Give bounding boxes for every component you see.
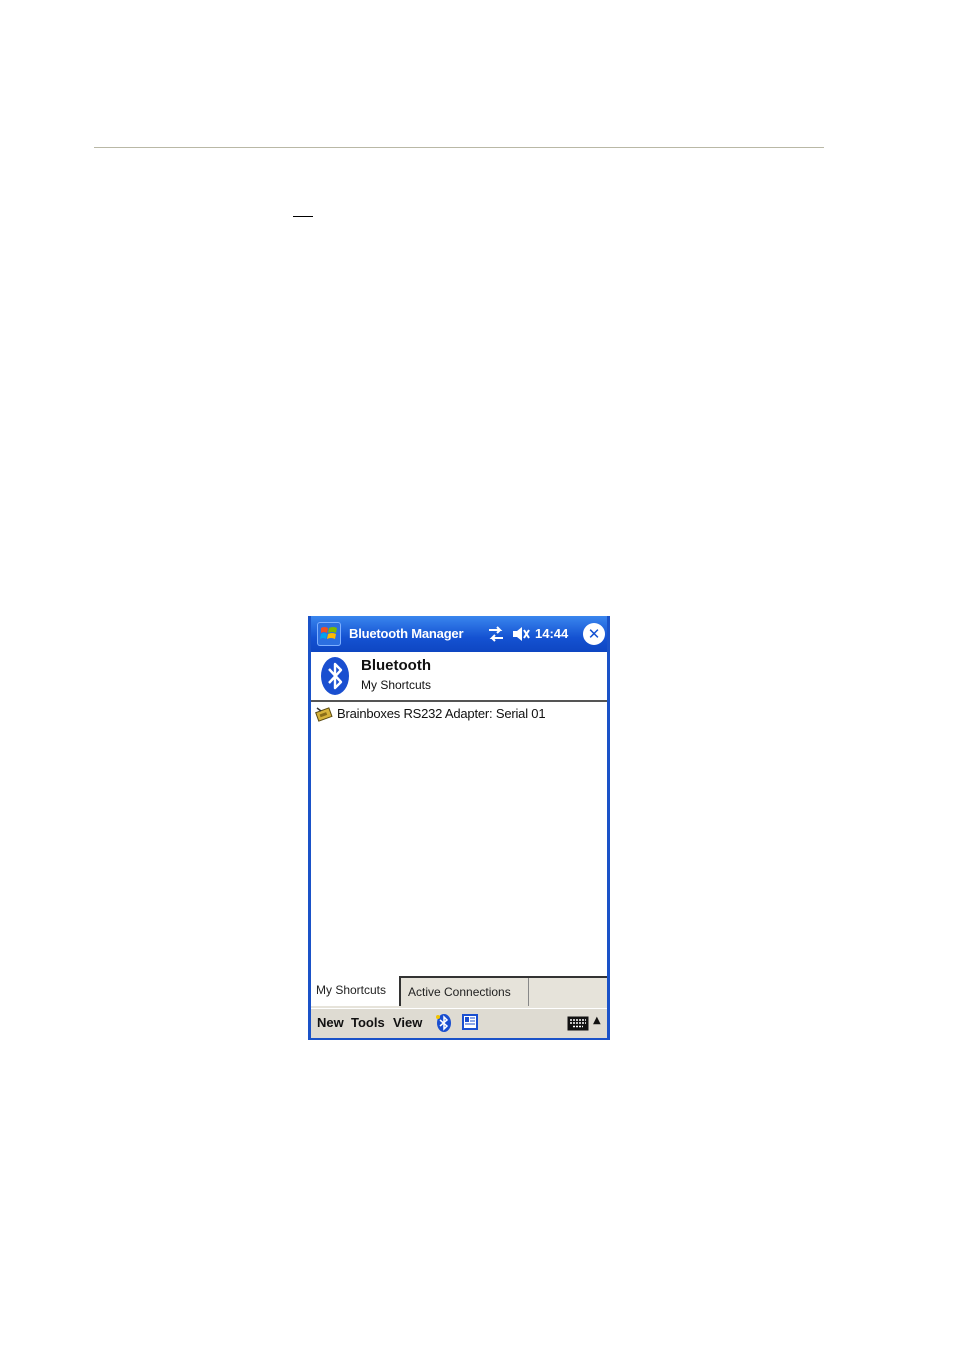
page-divider: [94, 147, 824, 148]
menu-new[interactable]: New: [317, 1015, 344, 1030]
serial-adapter-icon: [315, 707, 333, 722]
volume-muted-icon[interactable]: [511, 625, 531, 643]
windows-flag-icon: [320, 627, 337, 639]
tab-my-shortcuts[interactable]: My Shortcuts: [311, 976, 401, 1006]
close-button[interactable]: ✕: [583, 623, 605, 645]
app-header: Bluetooth My Shortcuts: [311, 652, 607, 702]
title-bar: Bluetooth Manager 14:44 ✕: [311, 616, 607, 652]
header-title: Bluetooth: [361, 657, 431, 674]
underline-mark: [293, 216, 313, 217]
clock[interactable]: 14:44: [535, 626, 568, 641]
list-item-label: Brainboxes RS232 Adapter: Serial 01: [337, 706, 546, 721]
menu-tools[interactable]: Tools: [351, 1015, 385, 1030]
header-subtitle: My Shortcuts: [361, 678, 432, 692]
input-selector-arrow-icon[interactable]: ▲: [593, 1015, 601, 1026]
menu-view[interactable]: View: [393, 1015, 422, 1030]
tab-strip: My Shortcuts Active Connections: [311, 976, 607, 1008]
keyboard-icon[interactable]: [567, 1016, 589, 1031]
command-bar: New Tools View ▲: [311, 1008, 607, 1038]
list-item[interactable]: Brainboxes RS232 Adapter: Serial 01: [313, 704, 605, 724]
tab-active-connections[interactable]: Active Connections: [403, 978, 529, 1006]
bluetooth-shortcut-icon[interactable]: [435, 1013, 453, 1033]
bluetooth-icon: [321, 657, 349, 695]
start-button[interactable]: [317, 622, 341, 646]
app-title: Bluetooth Manager: [349, 626, 464, 641]
close-icon: ✕: [587, 625, 601, 643]
connectivity-icon[interactable]: [487, 625, 505, 643]
business-card-icon[interactable]: [461, 1013, 479, 1031]
pocketpc-screen: Bluetooth Manager 14:44 ✕ Bluetooth My S…: [308, 616, 610, 1040]
shortcut-list: Brainboxes RS232 Adapter: Serial 01: [311, 702, 607, 976]
